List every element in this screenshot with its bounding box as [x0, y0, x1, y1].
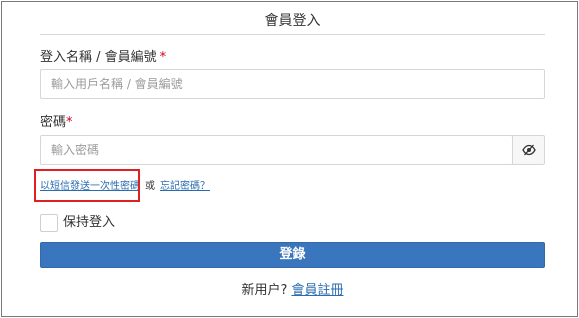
password-input[interactable]	[40, 135, 513, 165]
login-button[interactable]: 登錄	[40, 242, 545, 268]
register-link[interactable]: 會員註冊	[291, 283, 343, 298]
toggle-password-visibility-button[interactable]	[512, 135, 545, 165]
required-mark: *	[66, 115, 73, 130]
register-row: 新用户? 會員註冊	[40, 282, 545, 300]
remember-me-checkbox[interactable]	[40, 214, 58, 232]
register-prompt: 新用户?	[241, 283, 288, 298]
eye-slash-icon	[521, 144, 536, 156]
page-title: 會員登入	[264, 13, 321, 29]
username-label: 登入名稱 / 會員編號 *	[40, 49, 166, 67]
password-label-text: 密碼	[40, 115, 67, 130]
remember-me-label[interactable]: 保持登入	[63, 214, 115, 232]
username-label-text: 登入名稱 / 會員編號	[40, 50, 157, 65]
title-divider	[40, 34, 545, 35]
or-separator: 或	[145, 181, 155, 192]
forgot-password-link[interactable]: 忘記密碼？	[160, 180, 210, 194]
required-mark: *	[159, 50, 167, 65]
login-panel: 會員登入 登入名稱 / 會員編號* 密碼* 以短信發送一次性密碼 或 忘記密碼？…	[1, 1, 578, 317]
username-input[interactable]	[40, 69, 545, 99]
auth-links-row: 以短信發送一次性密碼 或 忘記密碼？	[40, 180, 210, 194]
password-label: 密碼*	[40, 114, 73, 132]
sms-otp-link[interactable]: 以短信發送一次性密碼	[40, 180, 140, 194]
